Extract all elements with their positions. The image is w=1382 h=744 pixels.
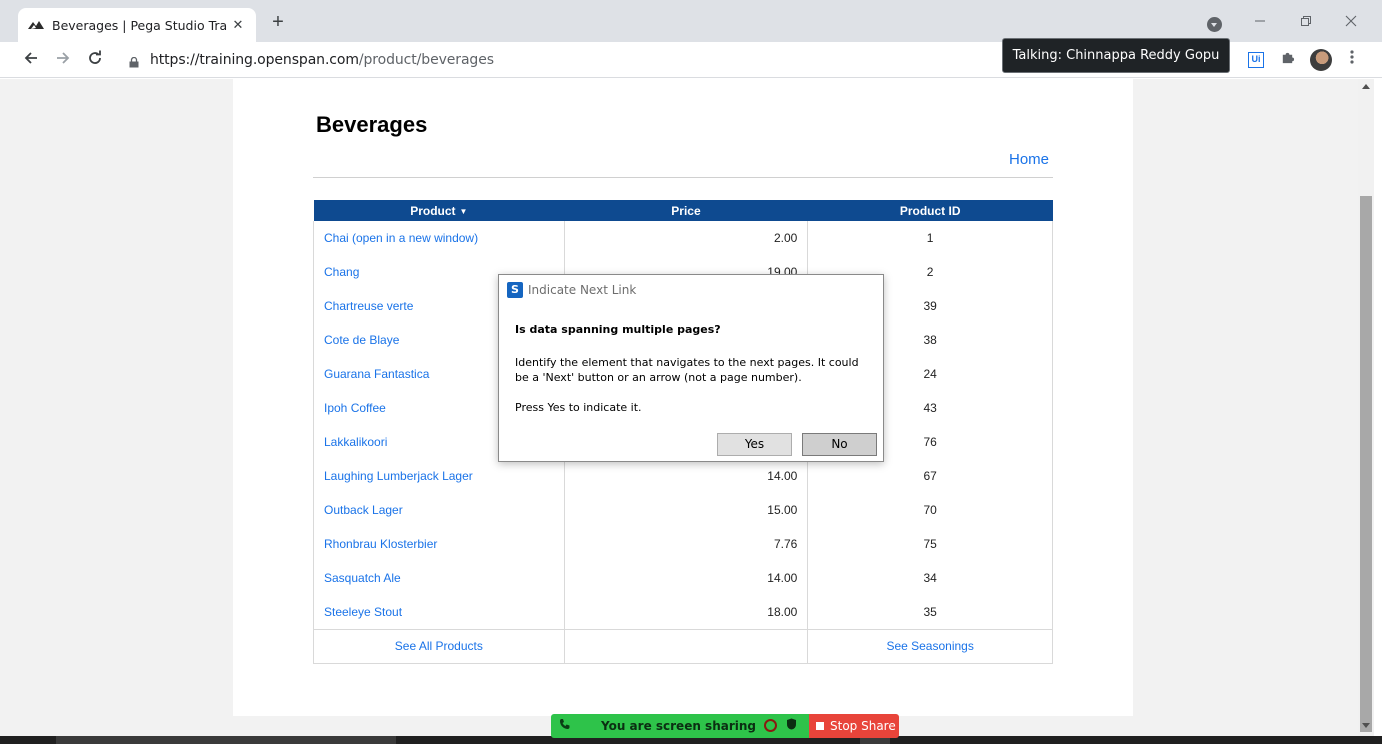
table-row: Laughing Lumberjack Lager 14.00 67 xyxy=(313,459,1053,493)
table-row: Chai (open in a new window) 2.00 1 xyxy=(313,221,1053,255)
product-link[interactable]: Chai (open in a new window) xyxy=(313,221,565,255)
screen: Beverages | Pega Studio Training ✕ + htt xyxy=(0,0,1382,744)
stop-icon xyxy=(816,722,824,730)
table-row: Steeleye Stout 18.00 35 xyxy=(313,595,1053,629)
screen-sharing-status: You are screen sharing xyxy=(601,719,757,733)
talking-indicator: Talking: Chinnappa Reddy Gopu xyxy=(1002,38,1230,73)
product-id-cell: 1 xyxy=(807,221,1053,255)
scroll-down-arrow-icon[interactable] xyxy=(1362,723,1370,728)
product-id-cell: 70 xyxy=(807,493,1053,527)
table-header-row: Product ▼ Price Product ID xyxy=(313,200,1053,221)
new-tab-button[interactable]: + xyxy=(268,12,288,32)
record-icon xyxy=(764,719,777,732)
price-cell: 2.00 xyxy=(563,221,809,255)
browser-tab[interactable]: Beverages | Pega Studio Training ✕ xyxy=(18,8,256,42)
dialog-question: Is data spanning multiple pages? xyxy=(515,323,721,336)
table-row: Sasquatch Ale 14.00 34 xyxy=(313,561,1053,595)
profile-avatar[interactable] xyxy=(1310,49,1332,71)
table-footer-row: See All Products See Seasonings xyxy=(313,628,1053,664)
forward-icon[interactable] xyxy=(52,49,74,71)
vertical-scrollbar[interactable] xyxy=(1358,79,1374,736)
pega-favicon-icon xyxy=(28,19,44,31)
dialog-instruction: Press Yes to indicate it. xyxy=(515,401,642,414)
uipath-extension-icon[interactable]: Ui xyxy=(1248,52,1264,68)
price-cell: 15.00 xyxy=(563,493,809,527)
yes-button[interactable]: Yes xyxy=(717,433,792,456)
minimize-button[interactable] xyxy=(1250,12,1270,32)
product-id-cell: 67 xyxy=(807,459,1053,493)
tab-strip: Beverages | Pega Studio Training ✕ + xyxy=(0,0,1382,42)
scrollbar-thumb[interactable] xyxy=(1360,196,1372,732)
screen-sharing-bar: You are screen sharing xyxy=(551,714,809,738)
tab-title: Beverages | Pega Studio Training xyxy=(52,17,228,33)
kebab-menu-icon[interactable] xyxy=(1346,49,1358,71)
reload-icon[interactable] xyxy=(84,49,106,71)
no-button[interactable]: No xyxy=(802,433,877,456)
price-cell: 14.00 xyxy=(563,561,809,595)
product-link[interactable]: Rhonbrau Klosterbier xyxy=(313,527,565,561)
column-header-label: Product xyxy=(410,203,456,218)
product-link[interactable]: Laughing Lumberjack Lager xyxy=(313,459,565,493)
phone-icon xyxy=(559,718,570,733)
lock-icon[interactable] xyxy=(129,55,139,68)
dialog-title: Indicate Next Link xyxy=(528,283,637,297)
see-all-products-link[interactable]: See All Products xyxy=(313,628,565,664)
column-header-price[interactable]: Price xyxy=(564,200,808,221)
taskbar-segment xyxy=(56,736,396,744)
product-id-cell: 35 xyxy=(807,595,1053,629)
column-header-product[interactable]: Product ▼ xyxy=(313,200,565,221)
address-bar[interactable]: https://training.openspan.com/product/be… xyxy=(150,52,494,68)
url-path: /product/beverages xyxy=(358,52,494,68)
product-id-cell: 75 xyxy=(807,527,1053,561)
price-cell: 14.00 xyxy=(563,459,809,493)
puzzle-icon[interactable] xyxy=(1280,50,1295,69)
tab-close-icon[interactable]: ✕ xyxy=(230,17,246,33)
stop-share-button[interactable]: Stop Share xyxy=(809,714,899,738)
scroll-up-arrow-icon[interactable] xyxy=(1362,84,1370,89)
empty-footer-cell xyxy=(563,628,809,664)
product-id-cell: 34 xyxy=(807,561,1053,595)
product-link[interactable]: Steeleye Stout xyxy=(313,595,565,629)
column-header-product-id[interactable]: Product ID xyxy=(807,200,1053,221)
product-link[interactable]: Sasquatch Ale xyxy=(313,561,565,595)
divider xyxy=(313,177,1053,178)
url-host: https://training.openspan.com xyxy=(150,52,359,68)
page-title: Beverages xyxy=(316,112,428,137)
close-window-button[interactable] xyxy=(1341,12,1361,32)
see-seasonings-link[interactable]: See Seasonings xyxy=(807,628,1053,664)
table-row: Outback Lager 15.00 70 xyxy=(313,493,1053,527)
dialog-body: Identify the element that navigates to t… xyxy=(515,356,859,384)
product-link[interactable]: Outback Lager xyxy=(313,493,565,527)
studio-logo-icon: S xyxy=(507,282,523,298)
shield-icon xyxy=(786,718,797,733)
restore-button[interactable] xyxy=(1296,12,1316,32)
price-cell: 7.76 xyxy=(563,527,809,561)
sort-desc-icon: ▼ xyxy=(459,206,468,216)
stop-share-label: Stop Share xyxy=(830,719,896,733)
table-row: Rhonbrau Klosterbier 7.76 75 xyxy=(313,527,1053,561)
price-cell: 18.00 xyxy=(563,595,809,629)
back-icon[interactable] xyxy=(20,49,42,71)
indicate-next-link-dialog: S Indicate Next Link Is data spanning mu… xyxy=(498,274,884,462)
tab-search-icon[interactable] xyxy=(1207,17,1222,32)
home-link[interactable]: Home xyxy=(1009,151,1049,168)
